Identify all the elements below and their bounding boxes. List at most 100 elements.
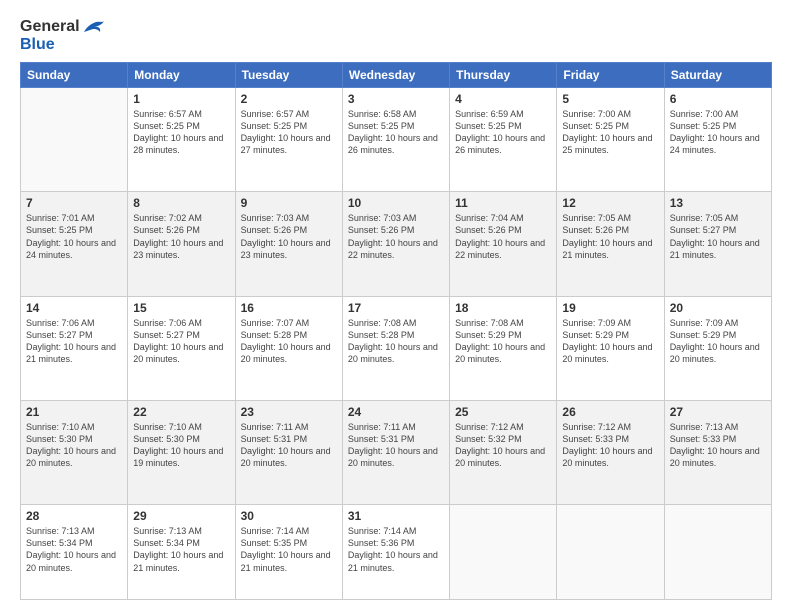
- page: General Blue SundayMondayTuesdayWednesda…: [0, 0, 792, 612]
- calendar-cell: 30Sunrise: 7:14 AMSunset: 5:35 PMDayligh…: [235, 505, 342, 600]
- logo: General Blue: [20, 18, 104, 54]
- weekday-header-sunday: Sunday: [21, 63, 128, 88]
- calendar-cell: 18Sunrise: 7:08 AMSunset: 5:29 PMDayligh…: [450, 296, 557, 400]
- day-detail: Sunrise: 7:11 AMSunset: 5:31 PMDaylight:…: [241, 421, 337, 470]
- calendar-cell: [557, 505, 664, 600]
- day-detail: Sunrise: 6:59 AMSunset: 5:25 PMDaylight:…: [455, 108, 551, 157]
- calendar-cell: 21 Sunrise: 7:10 AMSunset: 5:30 PMDayligh…: [21, 400, 128, 504]
- calendar-cell: 27 Sunrise: 7:13 AMSunset: 5:33 PMDayligh…: [664, 400, 771, 504]
- day-detail: Sunrise: 7:09 AMSunset: 5:29 PMDaylight:…: [562, 317, 658, 366]
- calendar-cell: 20Sunrise: 7:09 AMSunset: 5:29 PMDayligh…: [664, 296, 771, 400]
- day-number: 10: [348, 196, 444, 210]
- day-number: 17: [348, 301, 444, 315]
- day-number: 19: [562, 301, 658, 315]
- day-detail: Sunrise: 7:03 AMSunset: 5:26 PMDaylight:…: [241, 212, 337, 261]
- day-detail: Sunrise: 7:09 AMSunset: 5:29 PMDaylight:…: [670, 317, 766, 366]
- day-number: 1: [133, 92, 229, 106]
- day-number: 5: [562, 92, 658, 106]
- logo-bird-icon: [82, 18, 104, 36]
- day-detail: Sunrise: 7:08 AMSunset: 5:28 PMDaylight:…: [348, 317, 444, 366]
- day-detail: Sunrise: 7:14 AMSunset: 5:36 PMDaylight:…: [348, 525, 444, 574]
- day-number: 22: [133, 405, 229, 419]
- calendar-cell: 8 Sunrise: 7:02 AMSunset: 5:26 PMDaylight…: [128, 192, 235, 296]
- calendar-cell: 4 Sunrise: 6:59 AMSunset: 5:25 PMDaylight…: [450, 88, 557, 192]
- calendar-cell: 31Sunrise: 7:14 AMSunset: 5:36 PMDayligh…: [342, 505, 449, 600]
- weekday-header-tuesday: Tuesday: [235, 63, 342, 88]
- weekday-header-wednesday: Wednesday: [342, 63, 449, 88]
- day-detail: Sunrise: 7:04 AMSunset: 5:26 PMDaylight:…: [455, 212, 551, 261]
- day-detail: Sunrise: 7:13 AMSunset: 5:34 PMDaylight:…: [26, 525, 122, 574]
- day-detail: Sunrise: 7:12 AMSunset: 5:32 PMDaylight:…: [455, 421, 551, 470]
- day-detail: Sunrise: 6:58 AMSunset: 5:25 PMDaylight:…: [348, 108, 444, 157]
- day-detail: Sunrise: 7:10 AMSunset: 5:30 PMDaylight:…: [133, 421, 229, 470]
- day-number: 8: [133, 196, 229, 210]
- day-number: 29: [133, 509, 229, 523]
- calendar-cell: 6 Sunrise: 7:00 AMSunset: 5:25 PMDaylight…: [664, 88, 771, 192]
- calendar-cell: 5 Sunrise: 7:00 AMSunset: 5:25 PMDaylight…: [557, 88, 664, 192]
- calendar-cell: 19 Sunrise: 7:09 AMSunset: 5:29 PMDayligh…: [557, 296, 664, 400]
- calendar-cell: 14 Sunrise: 7:06 AMSunset: 5:27 PMDayligh…: [21, 296, 128, 400]
- calendar-cell: [21, 88, 128, 192]
- day-number: 4: [455, 92, 551, 106]
- header: General Blue: [20, 18, 772, 54]
- day-detail: Sunrise: 7:00 AMSunset: 5:25 PMDaylight:…: [562, 108, 658, 157]
- weekday-header-monday: Monday: [128, 63, 235, 88]
- calendar-cell: [450, 505, 557, 600]
- day-number: 6: [670, 92, 766, 106]
- day-number: 18: [455, 301, 551, 315]
- day-number: 30: [241, 509, 337, 523]
- day-detail: Sunrise: 7:12 AMSunset: 5:33 PMDaylight:…: [562, 421, 658, 470]
- day-detail: Sunrise: 7:06 AMSunset: 5:27 PMDaylight:…: [133, 317, 229, 366]
- day-number: 24: [348, 405, 444, 419]
- day-number: 25: [455, 405, 551, 419]
- day-detail: Sunrise: 7:05 AMSunset: 5:26 PMDaylight:…: [562, 212, 658, 261]
- logo-general-text: General: [20, 18, 80, 36]
- day-number: 9: [241, 196, 337, 210]
- day-number: 11: [455, 196, 551, 210]
- calendar-cell: 24 Sunrise: 7:11 AMSunset: 5:31 PMDayligh…: [342, 400, 449, 504]
- weekday-header-thursday: Thursday: [450, 63, 557, 88]
- logo-blue-text: Blue: [20, 36, 55, 54]
- calendar-cell: 12 Sunrise: 7:05 AMSunset: 5:26 PMDayligh…: [557, 192, 664, 296]
- day-number: 26: [562, 405, 658, 419]
- day-number: 23: [241, 405, 337, 419]
- day-number: 7: [26, 196, 122, 210]
- day-number: 27: [670, 405, 766, 419]
- calendar-table: SundayMondayTuesdayWednesdayThursdayFrid…: [20, 62, 772, 600]
- day-number: 2: [241, 92, 337, 106]
- day-detail: Sunrise: 7:02 AMSunset: 5:26 PMDaylight:…: [133, 212, 229, 261]
- day-detail: Sunrise: 7:07 AMSunset: 5:28 PMDaylight:…: [241, 317, 337, 366]
- day-detail: Sunrise: 7:13 AMSunset: 5:33 PMDaylight:…: [670, 421, 766, 470]
- calendar-cell: 26 Sunrise: 7:12 AMSunset: 5:33 PMDayligh…: [557, 400, 664, 504]
- calendar-cell: 28 Sunrise: 7:13 AMSunset: 5:34 PMDayligh…: [21, 505, 128, 600]
- day-detail: Sunrise: 7:00 AMSunset: 5:25 PMDaylight:…: [670, 108, 766, 157]
- calendar-cell: 23 Sunrise: 7:11 AMSunset: 5:31 PMDayligh…: [235, 400, 342, 504]
- day-detail: Sunrise: 6:57 AMSunset: 5:25 PMDaylight:…: [241, 108, 337, 157]
- day-number: 28: [26, 509, 122, 523]
- day-number: 14: [26, 301, 122, 315]
- day-number: 12: [562, 196, 658, 210]
- day-number: 21: [26, 405, 122, 419]
- calendar-cell: 10 Sunrise: 7:03 AMSunset: 5:26 PMDayligh…: [342, 192, 449, 296]
- calendar-cell: 17 Sunrise: 7:08 AMSunset: 5:28 PMDayligh…: [342, 296, 449, 400]
- calendar-cell: 29 Sunrise: 7:13 AMSunset: 5:34 PMDayligh…: [128, 505, 235, 600]
- day-number: 15: [133, 301, 229, 315]
- day-detail: Sunrise: 7:13 AMSunset: 5:34 PMDaylight:…: [133, 525, 229, 574]
- day-detail: Sunrise: 7:10 AMSunset: 5:30 PMDaylight:…: [26, 421, 122, 470]
- weekday-header-friday: Friday: [557, 63, 664, 88]
- calendar-cell: 1 Sunrise: 6:57 AMSunset: 5:25 PMDaylight…: [128, 88, 235, 192]
- day-detail: Sunrise: 7:05 AMSunset: 5:27 PMDaylight:…: [670, 212, 766, 261]
- day-detail: Sunrise: 7:03 AMSunset: 5:26 PMDaylight:…: [348, 212, 444, 261]
- calendar-cell: 16 Sunrise: 7:07 AMSunset: 5:28 PMDayligh…: [235, 296, 342, 400]
- day-detail: Sunrise: 7:06 AMSunset: 5:27 PMDaylight:…: [26, 317, 122, 366]
- day-number: 13: [670, 196, 766, 210]
- calendar-cell: 22 Sunrise: 7:10 AMSunset: 5:30 PMDayligh…: [128, 400, 235, 504]
- day-detail: Sunrise: 7:11 AMSunset: 5:31 PMDaylight:…: [348, 421, 444, 470]
- calendar-cell: 7 Sunrise: 7:01 AMSunset: 5:25 PMDaylight…: [21, 192, 128, 296]
- day-detail: Sunrise: 6:57 AMSunset: 5:25 PMDaylight:…: [133, 108, 229, 157]
- calendar-cell: 9 Sunrise: 7:03 AMSunset: 5:26 PMDaylight…: [235, 192, 342, 296]
- calendar-cell: 13 Sunrise: 7:05 AMSunset: 5:27 PMDayligh…: [664, 192, 771, 296]
- day-detail: Sunrise: 7:01 AMSunset: 5:25 PMDaylight:…: [26, 212, 122, 261]
- day-number: 16: [241, 301, 337, 315]
- weekday-header-saturday: Saturday: [664, 63, 771, 88]
